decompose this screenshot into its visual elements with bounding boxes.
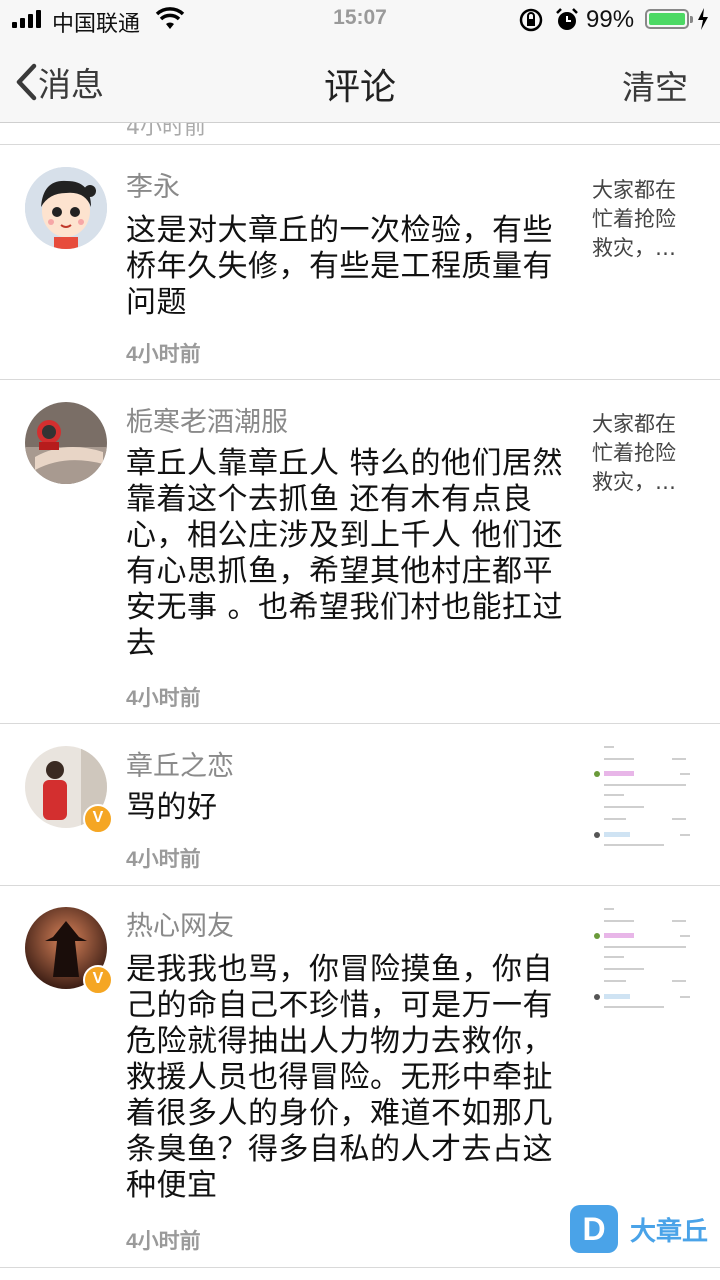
article-thumbnail[interactable] bbox=[592, 740, 696, 850]
cartoon-face-icon bbox=[25, 167, 107, 249]
comment-text: 这是对大章丘的一次检验，有些桥年久失修，有些是工程质量有问题 bbox=[126, 213, 553, 320]
list-item-partial: 4小时前 bbox=[0, 123, 720, 145]
comment-username[interactable]: 李永 bbox=[126, 165, 180, 204]
wristwatch-photo-icon bbox=[25, 402, 107, 484]
comment-time: 4小时前 bbox=[126, 848, 201, 871]
comment-username[interactable]: 章丘之恋 bbox=[126, 744, 234, 783]
rotation-lock-icon bbox=[519, 8, 543, 32]
article-preview[interactable]: 大家都在忙着抢险救灾，… bbox=[592, 410, 692, 497]
comment-item[interactable]: V 章丘之恋 骂的好 4小时前 bbox=[0, 724, 720, 886]
avatar[interactable] bbox=[25, 402, 107, 484]
comment-time: 4小时前 bbox=[126, 1230, 201, 1253]
logo-text: 大章丘 bbox=[630, 1216, 709, 1247]
comment-time: 4小时前 bbox=[126, 687, 201, 710]
comment-time: 4小时前 bbox=[126, 343, 201, 366]
page-title: 评论 bbox=[323, 67, 396, 108]
alarm-icon bbox=[556, 8, 578, 30]
article-thumbnail[interactable] bbox=[592, 902, 696, 1012]
comment-text: 骂的好 bbox=[126, 790, 218, 825]
comment-item[interactable]: 李永 这是对大章丘的一次检验，有些桥年久失修，有些是工程质量有问题 4小时前 大… bbox=[0, 145, 720, 380]
logo-mark: D bbox=[570, 1205, 618, 1253]
app-logo: D 大章丘 bbox=[570, 1205, 708, 1253]
comment-username[interactable]: 栀寒老酒潮服 bbox=[126, 400, 288, 439]
avatar[interactable] bbox=[25, 167, 107, 249]
comment-text: 是我我也骂，你冒险摸鱼，你自己的命自己不珍惜，可是万一有危险就得抽出人力物力去救… bbox=[126, 952, 553, 1203]
battery-percent: 99% bbox=[586, 6, 635, 33]
clear-button[interactable]: 清空 bbox=[622, 61, 688, 109]
verified-badge-icon: V bbox=[83, 965, 113, 995]
battery-icon bbox=[645, 9, 693, 29]
navigation-bar: 消息 评论 清空 bbox=[0, 40, 720, 123]
battery-fill bbox=[649, 13, 685, 25]
charging-bolt-icon bbox=[698, 8, 708, 30]
article-preview[interactable]: 大家都在忙着抢险救灾，… bbox=[592, 176, 692, 263]
status-bar: 中国联通 15:07 99% bbox=[0, 0, 720, 40]
comment-item[interactable]: 栀寒老酒潮服 章丘人靠章丘人 特么的他们居然靠着这个去抓鱼 还有木有点良心，相公… bbox=[0, 380, 720, 724]
comment-text: 章丘人靠章丘人 特么的他们居然靠着这个去抓鱼 还有木有点良心，相公庄涉及到上千人… bbox=[126, 446, 564, 661]
comment-username[interactable]: 热心网友 bbox=[126, 904, 234, 943]
verified-badge-icon: V bbox=[83, 804, 113, 834]
